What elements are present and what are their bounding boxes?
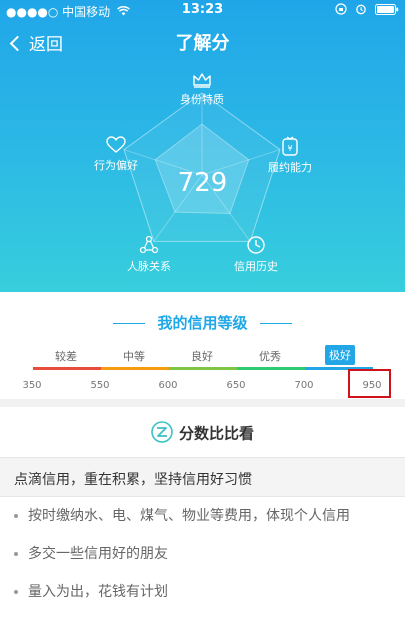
compare-inner: 分数比比看 xyxy=(0,421,405,447)
list-item: 按时缴纳水、电、煤气、物业等费用，体现个人信用 xyxy=(0,497,405,535)
highlight-box xyxy=(348,369,391,398)
tip-text: 多交一些信用好的朋友 xyxy=(28,546,168,562)
radar-chart: 身份特质 ¥ 履约能力 信用历史 人脉关系 行为偏好 729 xyxy=(0,60,405,292)
score-tick: 350 xyxy=(22,380,42,391)
level-bar-segment xyxy=(101,367,169,370)
status-bar: ●●●●○ 中国移动 13:23 xyxy=(0,0,405,20)
hero-header: ●●●●○ 中国移动 13:23 返回 了解分 身份特质 ¥ 履约能力 信用历史… xyxy=(0,0,405,292)
level-label: 较差 xyxy=(55,350,77,363)
list-item: 量入为出，花钱有计划 xyxy=(0,573,405,611)
list-item: 多交一些信用好的朋友 xyxy=(0,535,405,573)
level-bar-segment xyxy=(33,367,101,370)
level-bar-segment xyxy=(169,367,237,370)
wallet-icon: ¥ xyxy=(282,136,298,156)
network-icon xyxy=(139,235,159,254)
level-label: 优秀 xyxy=(259,350,281,363)
dimension-history[interactable]: 信用历史 xyxy=(216,235,296,274)
level-label: 中等 xyxy=(123,350,145,363)
score-tick: 650 xyxy=(226,380,246,391)
score-tick: 700 xyxy=(294,380,314,391)
tips-header: 点滴信用，重在积累，坚持信用好习惯 xyxy=(0,457,405,497)
level-label: 良好 xyxy=(191,350,213,363)
nav-bar: 返回 了解分 xyxy=(0,26,405,60)
battery-icon xyxy=(375,3,399,18)
bullet-icon xyxy=(14,552,18,556)
credit-level-title-text: 我的信用等级 xyxy=(157,314,248,332)
credit-level-title: 我的信用等级 xyxy=(0,312,405,333)
dimension-label: 身份特质 xyxy=(180,93,224,106)
score-tick: 550 xyxy=(90,380,110,391)
score-tick: 600 xyxy=(158,380,178,391)
lock-rotation-icon xyxy=(335,3,347,18)
tip-text: 按时缴纳水、电、煤气、物业等费用，体现个人信用 xyxy=(28,508,350,524)
bullet-icon xyxy=(14,590,18,594)
dimension-identity[interactable]: 身份特质 xyxy=(162,72,242,107)
title-line-left xyxy=(113,323,146,324)
tips-list: 按时缴纳水、电、煤气、物业等费用，体现个人信用 多交一些信用好的朋友 量入为出，… xyxy=(0,497,405,611)
compare-label: 分数比比看 xyxy=(178,424,254,443)
heart-icon xyxy=(106,136,126,153)
compare-scores-button[interactable]: 分数比比看 xyxy=(0,407,405,457)
tips-header-text: 点滴信用，重在积累，坚持信用好习惯 xyxy=(14,472,252,488)
credit-score: 729 xyxy=(177,168,228,198)
level-bar xyxy=(33,367,373,370)
clock-icon xyxy=(247,236,265,254)
crown-icon xyxy=(193,73,211,88)
dimension-network[interactable]: 人脉关系 xyxy=(109,235,189,274)
bullet-icon xyxy=(14,514,18,518)
level-bar-segment xyxy=(237,367,305,370)
alarm-icon xyxy=(355,3,367,18)
status-right-icons xyxy=(335,3,399,18)
svg-text:¥: ¥ xyxy=(287,144,292,153)
zhima-logo-icon xyxy=(151,421,173,447)
level-label-active: 极好 xyxy=(325,345,355,365)
credit-level-section: 我的信用等级 较差 中等 良好 优秀 极好 350 550 600 650 70… xyxy=(0,292,405,407)
dimension-label: 人脉关系 xyxy=(127,260,171,273)
title-line-right xyxy=(259,323,292,324)
tip-text: 量入为出，花钱有计划 xyxy=(28,584,168,600)
dimension-label: 信用历史 xyxy=(234,260,278,273)
page-title: 了解分 xyxy=(175,33,230,54)
